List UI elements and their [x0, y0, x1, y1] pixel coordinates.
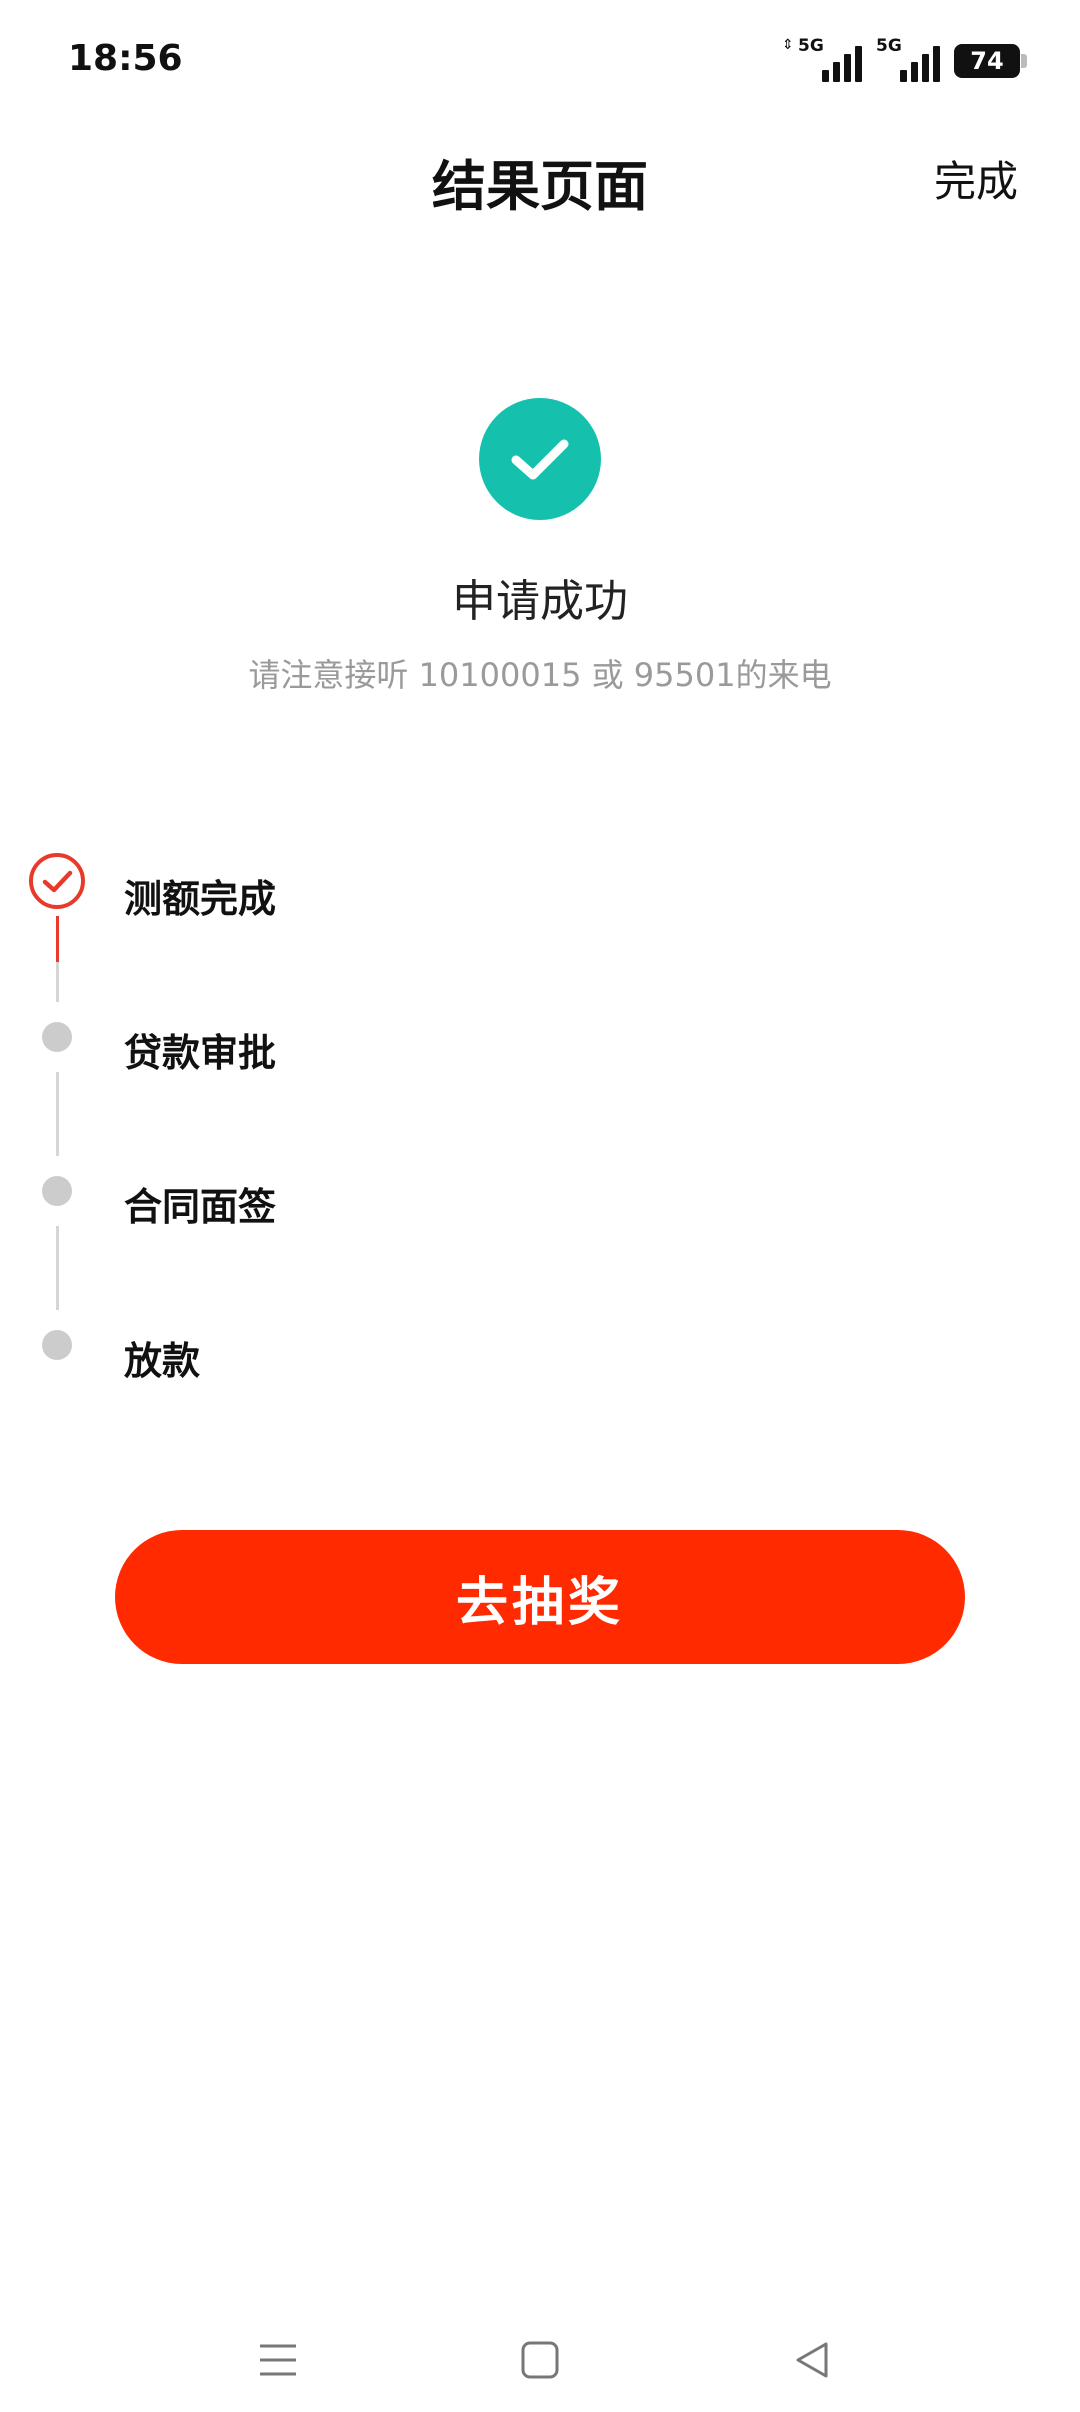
- network-type-label: 5G: [798, 36, 824, 56]
- status-time: 18:56: [68, 38, 183, 79]
- step-connector: [56, 1072, 59, 1156]
- step-connector: [56, 916, 59, 962]
- status-icons: ⇕ 5G 5G 74: [782, 36, 1027, 82]
- status-bar: 18:56 ⇕ 5G 5G 74: [0, 0, 1080, 120]
- battery-level: 74: [970, 47, 1004, 75]
- step-label: 贷款审批: [124, 1031, 277, 1075]
- step-pending-icon: [42, 1022, 72, 1052]
- step-pending-icon: [42, 1176, 72, 1206]
- signal-icon: 5G: [876, 38, 940, 82]
- check-circle-icon: [479, 398, 601, 520]
- battery-icon: 74: [954, 44, 1027, 78]
- lottery-button[interactable]: 去抽奖: [115, 1530, 965, 1664]
- data-arrows-icon: ⇕: [782, 37, 794, 53]
- result-title: 申请成功: [452, 576, 628, 627]
- step-connector: [56, 1226, 59, 1310]
- step-pending-icon: [42, 1330, 72, 1360]
- page-title: 结果页面: [432, 155, 648, 218]
- menu-icon[interactable]: [238, 2320, 318, 2400]
- signal-icon: ⇕ 5G: [782, 36, 862, 82]
- result-subtitle: 请注意接听 10100015 或 95501的来电: [248, 656, 832, 694]
- step-label: 合同面签: [124, 1185, 277, 1229]
- home-icon[interactable]: [500, 2320, 580, 2400]
- header: 结果页面 完成: [0, 120, 1080, 230]
- step-label: 测额完成: [124, 877, 277, 921]
- back-icon[interactable]: [772, 2320, 852, 2400]
- step-done-icon: [28, 852, 86, 910]
- step-label: 放款: [124, 1339, 201, 1383]
- navigation-bar: [0, 2300, 1080, 2412]
- done-button[interactable]: 完成: [934, 148, 1018, 209]
- network-type-label: 5G: [876, 36, 902, 56]
- screen: 18:56 ⇕ 5G 5G 74 结果页面 完成 申请成功 请注意接听 1010…: [0, 0, 1080, 2412]
- step-connector: [56, 962, 59, 1002]
